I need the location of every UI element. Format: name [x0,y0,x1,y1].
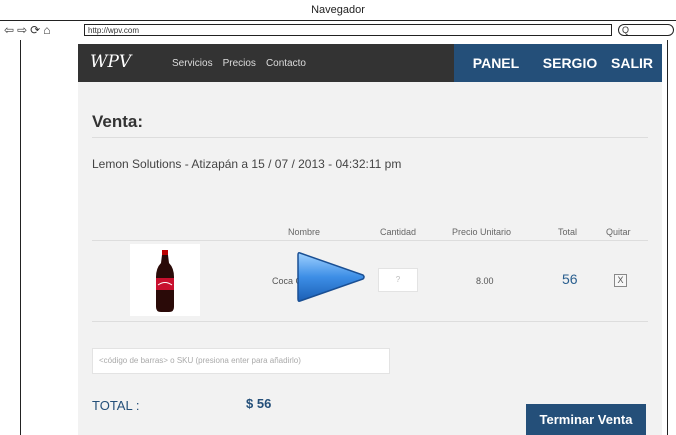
reload-icon[interactable]: ⟳ [30,22,40,38]
finish-sale-button[interactable]: Terminar Venta [526,404,646,435]
product-image [130,244,200,316]
column-header-total: Total [558,227,578,237]
menu-item-precios[interactable]: Precios [223,58,256,69]
barcode-input[interactable]: <código de barras> o SKU (presiona enter… [92,348,390,374]
quantity-input[interactable]: ? [378,268,418,292]
window-title: Navegador [311,4,365,16]
menu-item-contacto[interactable]: Contacto [266,58,306,69]
unit-price: 8.00 [476,276,494,286]
table-header-divider [92,240,648,241]
account-buttons: PANEL SERGIO SALIR [454,44,662,82]
chrome-divider [0,20,676,21]
back-arrow-icon[interactable]: ⇦ [4,22,14,38]
menu-item-servicios[interactable]: Servicios [172,58,213,69]
home-icon[interactable]: ⌂ [43,22,50,38]
search-icon: Q [622,25,630,35]
page-title: Venta: [92,112,144,131]
line-total: 56 [562,271,578,287]
browser-search[interactable]: Q [618,24,674,36]
logout-button[interactable]: SALIR [602,44,662,82]
sale-content: Venta: Lemon Solutions - Atizapán a 15 /… [78,82,662,435]
panel-button[interactable]: PANEL [454,44,538,82]
soda-bottle-icon [156,250,174,312]
user-button[interactable]: SERGIO [538,44,602,82]
remove-item-button[interactable]: X [614,274,627,287]
divider [92,137,648,138]
play-arrow-icon [297,252,365,302]
column-header-name: Nombre [288,227,321,237]
browser-nav: ⇦ ⇨ ⟳ ⌂ [4,22,50,38]
forward-arrow-icon[interactable]: ⇨ [17,22,27,38]
column-header-unit-price: Precio Unitario [452,227,512,237]
total-label: TOTAL : [92,398,140,413]
column-header-remove: Quitar [606,227,631,237]
total-value: $ 56 [246,396,272,411]
sale-meta: Lemon Solutions - Atizapán a 15 / 07 / 2… [92,157,402,171]
url-bar[interactable]: http://wpv.com [84,24,612,36]
column-header-qty: Cantidad [380,227,417,237]
table-footer-divider [92,321,648,322]
main-menu: Servicios Precios Contacto [172,44,306,82]
top-navbar: WPV Servicios Precios Contacto PANEL SER… [78,44,662,82]
logo[interactable]: WPV [90,52,131,72]
